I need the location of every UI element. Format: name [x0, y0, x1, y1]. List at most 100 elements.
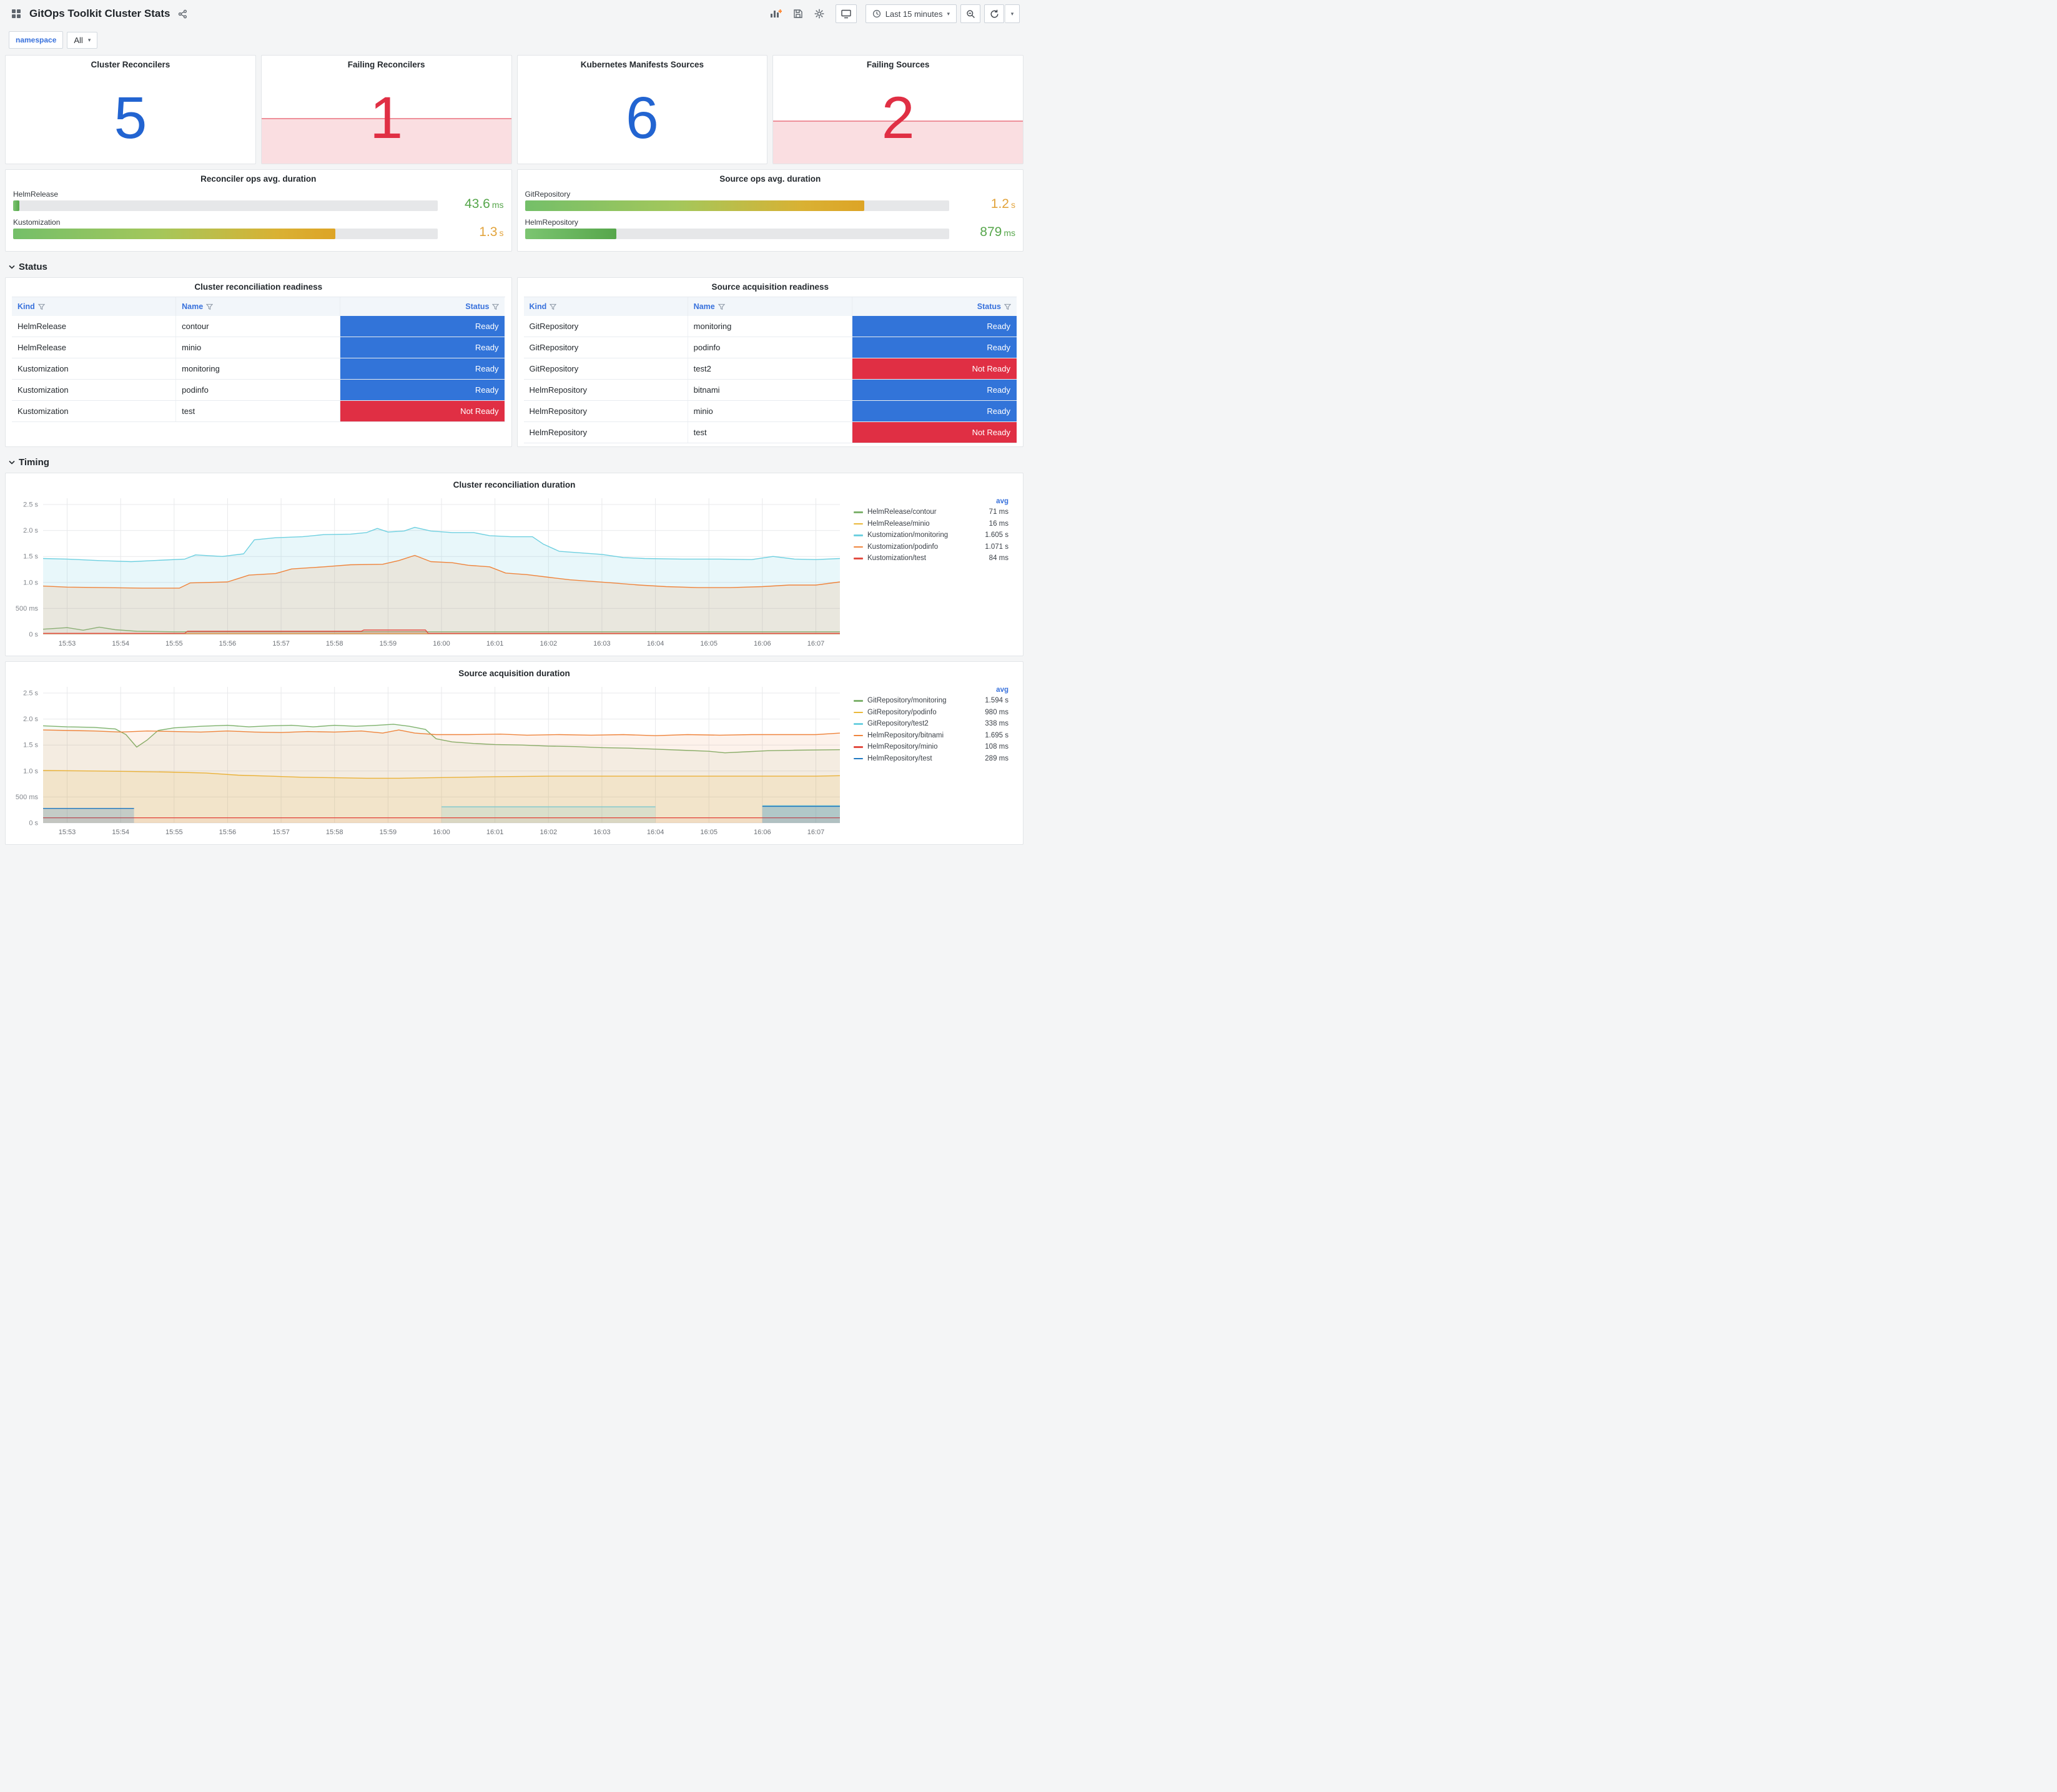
status-badge: Not Ready	[340, 401, 505, 421]
gauge-track	[13, 200, 438, 211]
chevron-down-icon: ▾	[87, 36, 91, 43]
legend-item[interactable]: HelmRelease/contour 71 ms	[854, 506, 1009, 518]
series-avg-value: 289 ms	[985, 754, 1009, 762]
table-row: Kustomization podinfo Ready	[12, 380, 505, 401]
filter-icon[interactable]	[550, 303, 557, 310]
share-dashboard-icon[interactable]	[175, 7, 190, 21]
series-name: Kustomization/test	[867, 554, 926, 563]
column-header-status[interactable]: Status	[340, 297, 505, 316]
gauge-bar	[13, 200, 20, 211]
series-name: GitRepository/test2	[867, 720, 929, 728]
legend-avg-header[interactable]: avg	[854, 684, 1009, 695]
stat-panel: Cluster Reconcilers 5	[5, 55, 256, 164]
add-panel-button[interactable]	[767, 6, 784, 21]
series-avg-value: 108 ms	[985, 743, 1009, 751]
filter-icon[interactable]	[1004, 303, 1011, 310]
status-badge: Ready	[852, 401, 1017, 421]
filter-icon[interactable]	[206, 303, 214, 310]
svg-text:1.0 s: 1.0 s	[23, 579, 38, 586]
cell-kind: Kustomization	[12, 401, 177, 421]
cell-kind: GitRepository	[524, 337, 688, 358]
save-dashboard-button[interactable]	[791, 6, 806, 21]
svg-text:16:04: 16:04	[647, 829, 664, 836]
legend-item[interactable]: HelmRepository/test 289 ms	[854, 753, 1009, 765]
panel-title: Cluster Reconcilers	[91, 59, 170, 69]
series-avg-value: 338 ms	[985, 720, 1009, 728]
status-badge: Not Ready	[852, 422, 1017, 443]
column-header-name[interactable]: Name	[688, 297, 852, 316]
stat-value: 1	[370, 85, 403, 151]
gauge-label: HelmRelease	[13, 190, 59, 199]
legend-item[interactable]: GitRepository/monitoring 1.594 s	[854, 695, 1009, 707]
legend-item[interactable]: Kustomization/podinfo 1.071 s	[854, 541, 1009, 553]
legend-item[interactable]: Kustomization/test 84 ms	[854, 553, 1009, 564]
section-row-status[interactable]: Status	[5, 257, 1024, 277]
status-badge: Ready	[340, 380, 505, 400]
series-avg-value: 1.071 s	[985, 543, 1009, 551]
variable-namespace-select[interactable]: All ▾	[67, 31, 98, 49]
svg-text:16:05: 16:05	[700, 640, 718, 647]
stat-value: 6	[625, 85, 659, 151]
legend-avg-header[interactable]: avg	[854, 496, 1009, 506]
table-row: Kustomization monitoring Ready	[12, 358, 505, 380]
dashboard-variables: namespace All ▾	[0, 27, 1028, 55]
cycle-view-mode-button[interactable]	[835, 4, 857, 23]
timeseries-plot[interactable]: 15:53 15:54 15:55 15:56 15:57 15:58 15:59 16:00…	[9, 682, 846, 839]
legend-item[interactable]: HelmRepository/minio 108 ms	[854, 741, 1009, 753]
svg-text:2.0 s: 2.0 s	[23, 716, 38, 723]
series-color-swatch	[854, 746, 863, 748]
series-name: Kustomization/monitoring	[867, 531, 949, 539]
dashboard-settings-button[interactable]	[812, 6, 827, 21]
svg-text:15:53: 15:53	[59, 640, 76, 647]
filter-icon[interactable]	[37, 303, 45, 310]
legend-item[interactable]: GitRepository/podinfo 980 ms	[854, 707, 1009, 719]
legend-item[interactable]: GitRepository/test2 338 ms	[854, 718, 1009, 730]
refresh-button[interactable]	[984, 4, 1004, 23]
cell-name: minio	[688, 401, 852, 421]
svg-text:2.5 s: 2.5 s	[23, 690, 38, 697]
table-row: GitRepository podinfo Ready	[523, 337, 1017, 358]
table-panels-row: Cluster reconciliation readiness Kind Nam…	[5, 277, 1024, 447]
time-range-picker[interactable]: Last 15 minutes ▾	[865, 4, 957, 23]
cell-kind: HelmRepository	[524, 401, 688, 421]
series-avg-value: 71 ms	[989, 508, 1009, 516]
refresh-interval-dropdown[interactable]: ▾	[1005, 4, 1020, 23]
svg-text:16:00: 16:00	[433, 640, 450, 647]
gauge-label: Kustomization	[13, 218, 61, 227]
zoom-out-time-button[interactable]	[960, 4, 980, 23]
gauge-track	[525, 229, 949, 239]
section-row-timing[interactable]: Timing	[5, 452, 1024, 473]
column-header-kind[interactable]: Kind	[523, 297, 688, 316]
series-avg-value: 1.594 s	[985, 697, 1009, 705]
filter-icon[interactable]	[718, 303, 725, 310]
table-body: GitRepository monitoring Ready GitRepositor…	[523, 316, 1017, 443]
variable-namespace-label[interactable]: namespace	[9, 31, 64, 49]
table-panel: Cluster reconciliation readiness Kind Nam…	[5, 277, 512, 447]
svg-text:500 ms: 500 ms	[16, 794, 39, 801]
gauge-value: 1.3 s	[479, 225, 504, 239]
legend-item[interactable]: Kustomization/monitoring 1.605 s	[854, 529, 1009, 541]
column-header-name[interactable]: Name	[176, 297, 341, 316]
column-header-kind[interactable]: Kind	[12, 297, 177, 316]
svg-text:15:57: 15:57	[272, 640, 290, 647]
chart-legend: avg GitRepository/monitoring 1.594 s GitRep…	[846, 682, 1014, 839]
series-color-swatch	[854, 734, 863, 736]
gauge-value: 1.2 s	[990, 197, 1015, 211]
filter-icon[interactable]	[492, 303, 500, 310]
table-row: GitRepository monitoring Ready	[523, 316, 1017, 337]
dashboards-grid-icon[interactable]	[9, 6, 24, 21]
bar-gauge-panel: Reconciler ops avg. duration HelmRelease…	[5, 169, 512, 252]
panel-title: Failing Sources	[866, 59, 930, 69]
chevron-down-icon	[9, 460, 15, 465]
gauge-track	[525, 200, 949, 211]
legend-item[interactable]: HelmRelease/minio 16 ms	[854, 518, 1009, 530]
svg-text:16:02: 16:02	[540, 829, 558, 836]
cell-status: Ready	[340, 380, 505, 400]
column-header-status[interactable]: Status	[852, 297, 1017, 316]
timeseries-plot[interactable]: 15:53 15:54 15:55 15:56 15:57 15:58 15:59 16:00…	[9, 493, 846, 651]
legend-item[interactable]: HelmRepository/bitnami 1.695 s	[854, 730, 1009, 742]
stat-panels-row: Cluster Reconcilers 5 Failing Reconciler…	[5, 55, 1024, 164]
cell-kind: HelmRepository	[524, 380, 688, 400]
svg-text:15:55: 15:55	[165, 829, 183, 836]
cell-name: monitoring	[688, 316, 852, 337]
